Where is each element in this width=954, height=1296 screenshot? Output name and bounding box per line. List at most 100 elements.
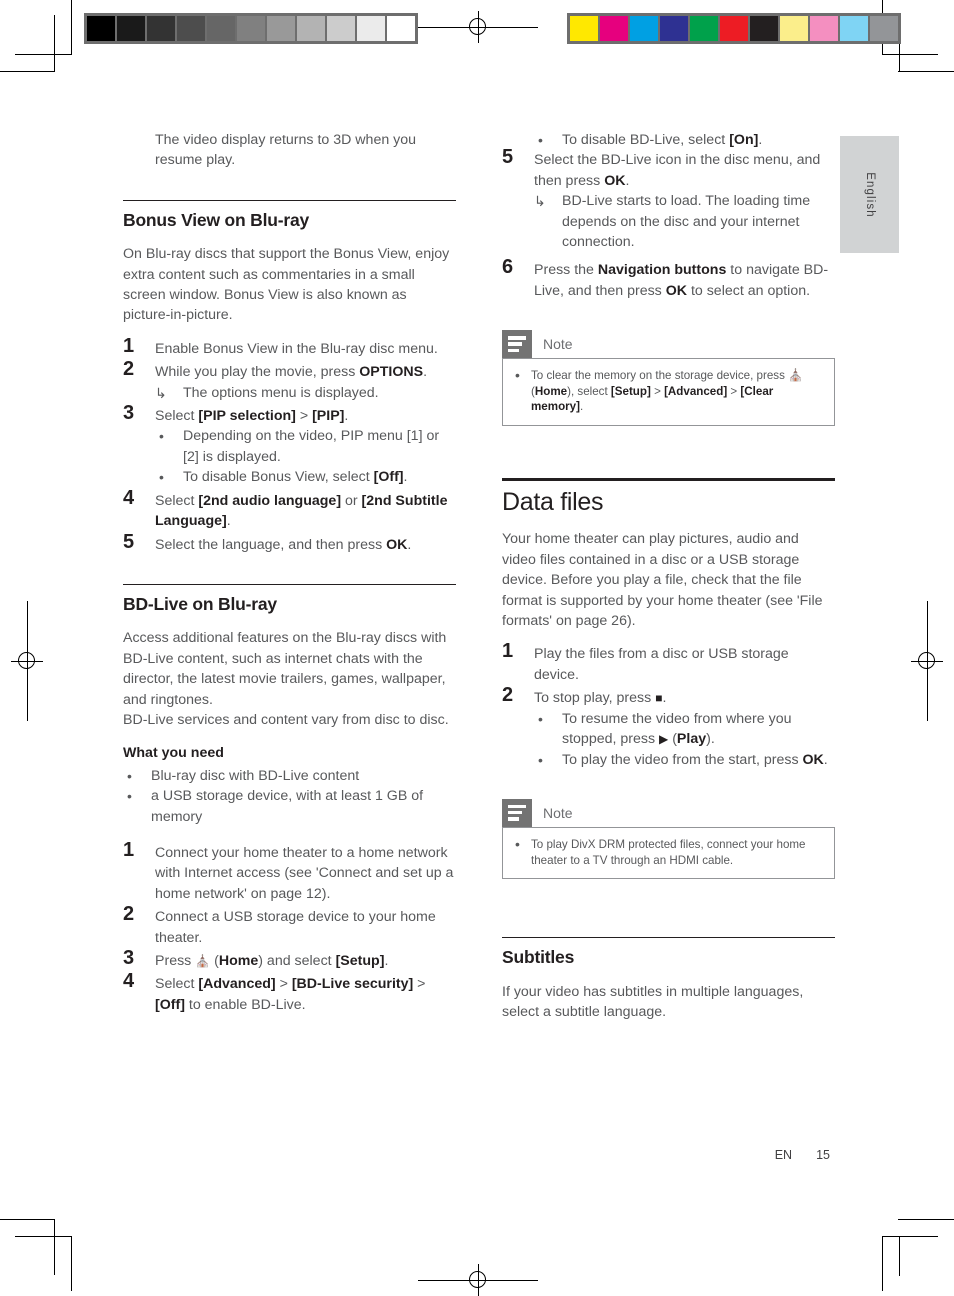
crop-mark-bottom-left-inner-v: [54, 1219, 55, 1275]
color-swatch: [870, 16, 898, 41]
key-label: Play: [676, 731, 707, 748]
bd-live-intro-2: BD-Live services and content vary from d…: [123, 711, 449, 728]
bullet-text: Depending on the video, PIP menu [1] or …: [183, 428, 440, 465]
step-text: Enable Bonus View in the Blu-ray disc me…: [155, 340, 438, 357]
menu-label: [Setup]: [335, 953, 385, 969]
section-rule-subtitles: [502, 937, 835, 939]
step-text: To stop play, press ■.: [534, 690, 667, 707]
step-item: 1 Enable Bonus View in the Blu-ray disc …: [123, 334, 456, 359]
bullet-icon: •: [538, 751, 543, 768]
menu-label: [Advanced]: [198, 976, 276, 993]
color-swatch: [570, 16, 598, 41]
bullet-item: • To disable Bonus View, select [Off].: [155, 467, 456, 487]
section-rule-bd-live: [123, 583, 456, 585]
step-item: 5 Select the BD-Live icon in the disc me…: [502, 146, 835, 252]
step-item: 1 Connect your home theater to a home ne…: [123, 840, 456, 904]
step-text: Select [2nd audio language] or [2nd Subt…: [155, 492, 448, 530]
key-label: OPTIONS: [359, 364, 424, 381]
continued-paragraph: The video display returns to 3D when you…: [155, 132, 417, 169]
manual-page: English The video display returns to 3D …: [0, 0, 954, 1296]
key-label: Navigation buttons: [597, 262, 727, 279]
menu-label: [Off]: [155, 996, 185, 1013]
step-number: 5: [502, 146, 514, 169]
step-item: 4 Select [2nd audio language] or [2nd Su…: [123, 487, 456, 532]
greyscale-swatch: [87, 16, 115, 41]
step-item: 3 Select [PIP selection] > [PIP]. • Depe…: [123, 402, 456, 488]
step-number: 2: [123, 903, 135, 926]
heading-what-you-need: What you need: [123, 745, 224, 762]
result-arrow-icon: ↳: [155, 384, 167, 401]
bullet-text: To play the video from the start, press …: [562, 751, 828, 768]
greyscale-swatch: [297, 16, 325, 41]
greyscale-swatch: [147, 16, 175, 41]
step-number: 3: [123, 947, 135, 969]
key-label: OK: [802, 751, 824, 768]
registration-mark-right: [911, 601, 943, 721]
note-body: • To play DivX DRM protected files, conn…: [502, 826, 835, 880]
menu-label: [Setup]: [610, 384, 651, 398]
note-box: Note • To play DivX DRM protected files,…: [502, 798, 835, 880]
step-number: 2: [123, 358, 135, 381]
subtitles-text: If your video has subtitles in multiple …: [502, 983, 804, 1020]
heading-data-files: Data files: [502, 488, 604, 517]
note-header: Note: [502, 330, 835, 359]
bullet-icon: •: [538, 132, 543, 148]
crop-mark-top-left-inner-v: [54, 15, 55, 71]
crop-mark-bottom-right-inner-v: [899, 1236, 900, 1276]
crop-mark-bottom-left-h: [0, 1219, 55, 1220]
home-icon: ⛪: [788, 368, 804, 383]
step-text: Connect a USB storage device to your hom…: [155, 909, 436, 946]
key-label: OK: [665, 282, 687, 299]
footer-page-number: 15: [816, 1148, 830, 1162]
step-text: Select [Advanced] > [BD-Live security] >…: [155, 976, 426, 1013]
step-item: 4 Select [Advanced] > [BD-Live security]…: [123, 971, 456, 1015]
key-label: Home: [534, 384, 568, 398]
step-number: 2: [502, 684, 514, 707]
key-label: OK: [604, 172, 626, 189]
step-number: 1: [123, 334, 135, 357]
step-item: 1 Play the files from a disc or USB stor…: [502, 641, 835, 685]
bullet-icon: •: [515, 835, 520, 852]
note-title: Note: [543, 336, 573, 353]
bullet-item: • To play DivX DRM protected files, conn…: [511, 835, 824, 868]
section-rule-bonus-view: [123, 199, 456, 201]
note-icon: [502, 798, 532, 827]
play-icon: ▶: [659, 732, 669, 747]
bullet-item: • To play the video from the start, pres…: [534, 750, 835, 770]
color-swatch: [600, 16, 628, 41]
right-column: • To disable BD-Live, select [On]. 5 Sel…: [502, 130, 835, 1035]
chapter-rule-data-files: [502, 478, 835, 482]
registration-mark-bottom: [418, 1264, 538, 1296]
home-icon: ⛪: [195, 954, 211, 968]
bullet-text: To resume the video from where you stopp…: [562, 710, 792, 748]
step-item: 6 Press the Navigation buttons to naviga…: [502, 257, 835, 301]
data-files-intro: Your home theater can play pictures, aud…: [502, 531, 823, 630]
greyscale-swatch: [327, 16, 355, 41]
bullet-icon: •: [127, 788, 132, 805]
crop-mark-bottom-right-h: [898, 1219, 954, 1220]
step-text: Play the files from a disc or USB storag…: [534, 646, 789, 683]
color-swatch: [660, 16, 688, 41]
crop-mark-bottom-right-inner-h: [882, 1236, 938, 1237]
menu-label: [Advanced]: [664, 384, 728, 398]
step-text: While you play the movie, press OPTIONS.: [155, 364, 428, 381]
bonus-view-intro: On Blu-ray discs that support the Bonus …: [123, 246, 450, 324]
bullet-icon: •: [538, 710, 543, 727]
step-item: 2 Connect a USB storage device to your h…: [123, 903, 456, 948]
color-swatch: [690, 16, 718, 41]
bullet-item: • Blu-ray disc with BD-Live content: [123, 766, 456, 786]
step-number: 3: [123, 402, 135, 425]
greyscale-calibration-strip: [84, 13, 418, 44]
left-column: The video display returns to 3D when you…: [123, 130, 456, 1018]
page-footer: EN 15: [640, 1148, 830, 1162]
crop-mark-top-left-h: [0, 71, 55, 72]
bullet-item: • To resume the video from where you sto…: [534, 709, 835, 750]
step-item: 2 While you play the movie, press OPTION…: [123, 358, 456, 403]
greyscale-swatch: [357, 16, 385, 41]
step-item: 3 Press ⛪ (Home) and select [Setup].: [123, 947, 456, 971]
result-text: BD-Live starts to load. The loading time…: [562, 193, 811, 251]
crop-mark-top-right-h: [898, 71, 954, 72]
heading-bonus-view: Bonus View on Blu-ray: [123, 209, 310, 230]
greyscale-swatch: [267, 16, 295, 41]
crop-mark-bottom-left-v: [71, 1236, 72, 1291]
